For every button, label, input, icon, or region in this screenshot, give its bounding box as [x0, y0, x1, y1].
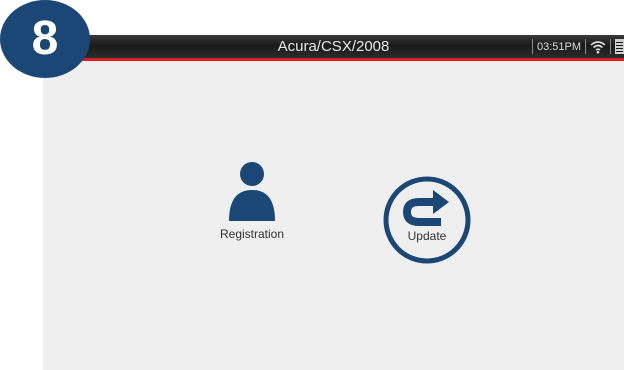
update-app-button[interactable]: Update [382, 175, 472, 265]
status-separator [531, 39, 533, 54]
wifi-icon [590, 40, 606, 53]
update-label: Update [407, 229, 447, 243]
update-arrow-icon [383, 176, 471, 264]
person-icon [229, 162, 275, 221]
title-bar: Acura/CSX/2008 03:51PM [43, 35, 624, 58]
battery-icon [615, 39, 624, 54]
clock: 03:51PM [536, 40, 581, 53]
device-screen: Acura/CSX/2008 03:51PM Registration Upda… [43, 35, 624, 370]
registration-app-button[interactable]: Registration [212, 159, 292, 241]
registration-label: Registration [219, 227, 285, 241]
step-number-badge: 8 [0, 0, 90, 78]
title-accent-bar [43, 58, 624, 61]
status-separator [610, 39, 611, 54]
status-separator [585, 39, 586, 54]
status-bar: 03:51PM [528, 35, 624, 58]
